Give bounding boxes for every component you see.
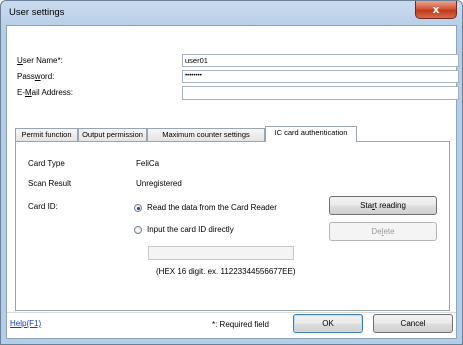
required-field-note: *: Required field (212, 320, 269, 329)
user-name-input[interactable]: user01 (182, 54, 459, 67)
card-type-value: FeliCa (136, 159, 160, 168)
scan-result-value: Unregistered (136, 179, 182, 188)
footer-divider (7, 312, 456, 313)
card-type-label: Card Type (28, 159, 65, 168)
card-id-hint: (HEX 16 digit. ex. 11223344556677EE) (156, 267, 296, 276)
tab-maximum-counter-settings[interactable]: Maximum counter settings (147, 128, 265, 141)
ok-button[interactable]: OK (293, 314, 363, 333)
email-label: E-Mail Address: (17, 88, 74, 97)
close-icon: x (432, 3, 440, 16)
start-reading-button[interactable]: Start reading (329, 196, 437, 215)
card-id-label: Card ID: (28, 202, 58, 211)
title-bar[interactable]: User settings x (1, 1, 462, 25)
password-input[interactable]: •••••••• (182, 70, 459, 83)
cancel-button[interactable]: Cancel (373, 314, 453, 333)
help-link[interactable]: Help(F1) (10, 319, 41, 328)
radio-read-from-reader[interactable] (134, 204, 142, 212)
close-button[interactable]: x (415, 1, 457, 19)
tab-permit-function[interactable]: Permit function (15, 128, 78, 141)
user-settings-window: User settings x User Name*: user01 Passw… (0, 0, 463, 345)
dialog-client-area: User Name*: user01 Password: •••••••• E-… (6, 25, 459, 339)
delete-button[interactable]: Delete (329, 222, 437, 241)
user-name-label: User Name*: (17, 56, 63, 65)
radio-input-directly[interactable] (134, 226, 142, 234)
email-input[interactable] (182, 86, 459, 100)
tab-ic-card-authentication[interactable]: IC card authentication (265, 126, 357, 142)
card-id-input[interactable] (148, 246, 294, 260)
ic-card-panel: Card Type FeliCa Scan Result Unregistere… (15, 141, 450, 311)
radio-read-from-reader-label[interactable]: Read the data from the Card Reader (147, 203, 277, 212)
tab-output-permission[interactable]: Output permission (78, 128, 147, 141)
radio-input-directly-label[interactable]: Input the card ID directly (147, 225, 234, 234)
password-label: Password: (17, 72, 55, 81)
window-title: User settings (9, 7, 65, 18)
scan-result-label: Scan Result (28, 179, 72, 188)
